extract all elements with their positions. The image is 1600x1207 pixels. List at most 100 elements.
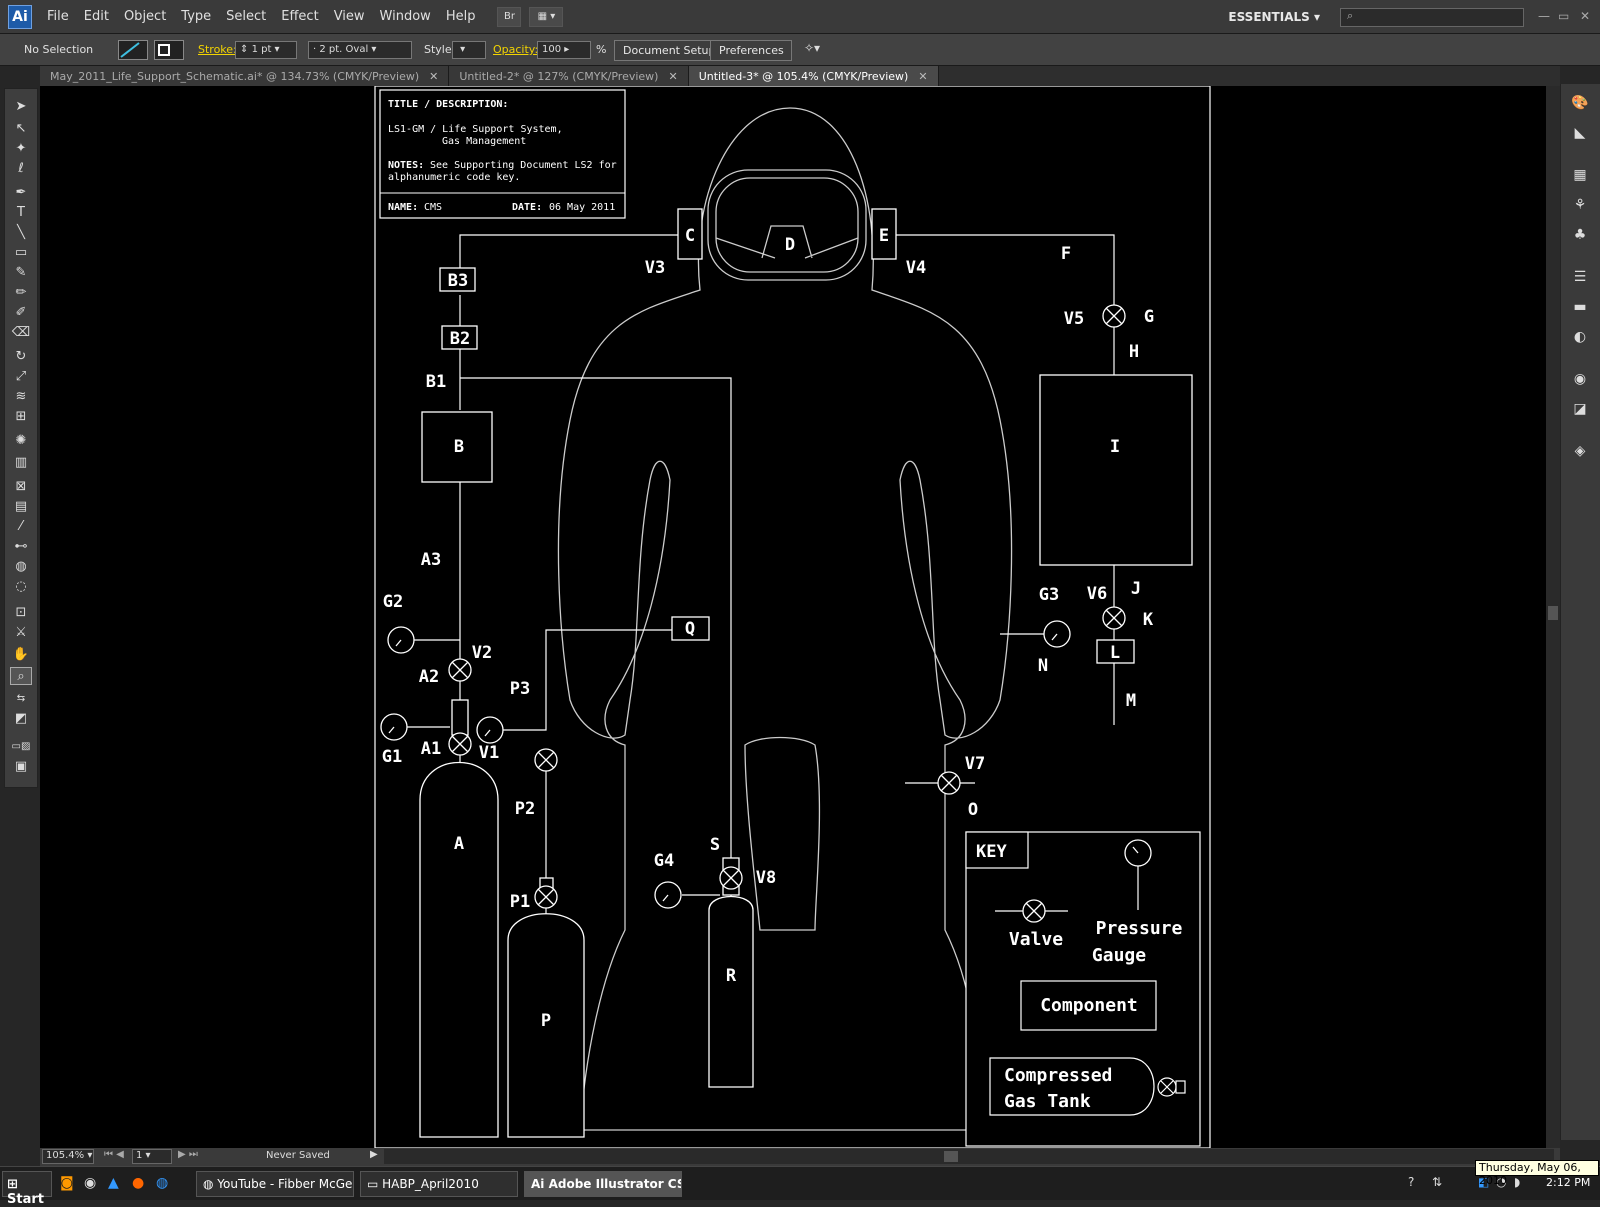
swap-colors-icon[interactable]: ⇆	[10, 689, 32, 707]
color-guide-icon[interactable]: ◣	[1570, 124, 1590, 142]
close-tab-icon[interactable]: ✕	[429, 70, 438, 83]
graph-tool-icon[interactable]: ▥	[10, 453, 32, 471]
task-youtube[interactable]: ◍ YouTube - Fibber McGee ...	[196, 1171, 354, 1197]
volume-tray-icon[interactable]: ◗	[1514, 1175, 1520, 1189]
menu-edit[interactable]: Edit	[84, 9, 109, 24]
selection-options-icon[interactable]: ✧▾	[804, 41, 828, 59]
blob-brush-tool-icon[interactable]: ✐	[10, 303, 32, 321]
menu-help[interactable]: Help	[446, 9, 476, 24]
start-button[interactable]: ⊞ Start	[2, 1171, 52, 1207]
screen-mode-icon[interactable]: ▣	[10, 757, 32, 775]
quicklaunch-icon-2[interactable]: ◉	[84, 1175, 96, 1191]
stroke-label[interactable]: Stroke:	[198, 43, 237, 56]
layers-icon[interactable]: ◈	[1570, 442, 1590, 460]
bridge-button[interactable]: Br	[497, 6, 522, 27]
fill-stroke-icon[interactable]: ◩	[10, 709, 32, 727]
tab-doc-2[interactable]: Untitled-2* @ 127% (CMYK/Preview) ✕	[449, 66, 689, 86]
menu-select[interactable]: Select	[226, 9, 266, 24]
zoom-tool-icon[interactable]: ⌕	[10, 667, 32, 685]
fill-swatch[interactable]	[118, 40, 148, 60]
brushes-icon[interactable]: ⚘	[1570, 196, 1590, 214]
zoom-field[interactable]: 105.4% ▾	[42, 1149, 94, 1164]
stroke-swatch[interactable]	[154, 40, 184, 60]
workspace-switcher[interactable]: ESSENTIALS ▾	[1228, 10, 1320, 24]
artboard-number-field[interactable]: 1 ▾	[132, 1149, 172, 1164]
help-tray-icon[interactable]: ?	[1408, 1175, 1414, 1189]
vertical-scrollbar[interactable]	[1546, 86, 1560, 1148]
menu-effect[interactable]: Effect	[281, 9, 318, 24]
quicklaunch-icon-1[interactable]: ◙	[60, 1175, 74, 1191]
color-mode-icon[interactable]: ▭▨	[10, 737, 32, 755]
line-tool-icon[interactable]: ╲	[10, 223, 32, 241]
eraser-tool-icon[interactable]: ⌫	[10, 323, 32, 341]
opacity-label[interactable]: Opacity:	[493, 43, 538, 56]
warp-tool-icon[interactable]: ≋	[10, 387, 32, 405]
first-artboard-icon[interactable]: ⏮ ◀	[104, 1149, 124, 1160]
last-artboard-icon[interactable]: ▶ ⏭	[178, 1149, 198, 1160]
quicklaunch-icon-3[interactable]: ▲	[108, 1175, 119, 1191]
lasso-tool-icon[interactable]: ℓ	[10, 159, 32, 177]
task-illustrator[interactable]: Ai Adobe Illustrator CS4...	[524, 1171, 682, 1197]
status-menu-icon[interactable]: ▶	[370, 1149, 378, 1160]
artboard-tool-icon[interactable]: ⊡	[10, 603, 32, 621]
symbol-sprayer-tool-icon[interactable]: ✺	[10, 431, 32, 449]
search-field[interactable]: ⌕	[1340, 8, 1524, 27]
pen-tool-icon[interactable]: ✒	[10, 183, 32, 201]
scale-tool-icon[interactable]: ⤢	[10, 367, 32, 385]
rotate-tool-icon[interactable]: ↻	[10, 347, 32, 365]
preferences-button[interactable]: Preferences	[710, 40, 792, 61]
free-transform-tool-icon[interactable]: ⊞	[10, 407, 32, 425]
label-E: E	[879, 226, 889, 246]
type-tool-icon[interactable]: T	[10, 203, 32, 221]
menu-type[interactable]: Type	[181, 9, 211, 24]
direct-selection-tool-icon[interactable]: ↖	[10, 119, 32, 137]
menu-view[interactable]: View	[334, 9, 365, 24]
magic-wand-tool-icon[interactable]: ✦	[10, 139, 32, 157]
arrange-documents-button[interactable]: ▦ ▾	[529, 6, 564, 27]
pencil-tool-icon[interactable]: ✏	[10, 283, 32, 301]
transparency-icon[interactable]: ◐	[1570, 328, 1590, 346]
paintbrush-tool-icon[interactable]: ✎	[10, 263, 32, 281]
menu-window[interactable]: Window	[380, 9, 431, 24]
stroke-weight-field[interactable]: ⇕ 1 pt ▾	[235, 41, 297, 59]
selection-tool-icon[interactable]: ➤	[10, 97, 32, 115]
appearance-icon[interactable]: ◉	[1570, 370, 1590, 388]
rectangle-tool-icon[interactable]: ▭	[10, 243, 32, 261]
close-tab-icon[interactable]: ✕	[668, 70, 677, 83]
document-setup-button[interactable]: Document Setup	[614, 40, 725, 61]
maximize-icon[interactable]: ▭	[1558, 9, 1569, 23]
brush-definition-dropdown[interactable]: · 2 pt. Oval ▾	[308, 41, 412, 59]
mesh-tool-icon[interactable]: ⊠	[10, 477, 32, 495]
quicklaunch-icon-4[interactable]: ●	[132, 1175, 144, 1191]
close-icon[interactable]: ✕	[1580, 9, 1590, 23]
style-dropdown[interactable]: ▾	[452, 41, 486, 59]
symbols-icon[interactable]: ♣	[1570, 226, 1590, 244]
color-panel-icon[interactable]: 🎨	[1570, 94, 1590, 112]
menu-object[interactable]: Object	[124, 9, 166, 24]
blend-tool-icon[interactable]: ⊷	[10, 537, 32, 555]
artboard-canvas[interactable]: TITLE / DESCRIPTION: LS1-GM / Life Suppo…	[40, 86, 1546, 1148]
menu-file[interactable]: File	[47, 9, 69, 24]
network-tray-icon[interactable]: ⇅	[1432, 1175, 1442, 1189]
gradient-panel-icon[interactable]: ▬	[1570, 298, 1590, 316]
task-habp-folder[interactable]: ▭ HABP_April2010	[360, 1171, 518, 1197]
close-tab-icon[interactable]: ✕	[918, 70, 927, 83]
swatches-icon[interactable]: ▦	[1570, 166, 1590, 184]
hand-tool-icon[interactable]: ✋	[10, 645, 32, 663]
quicklaunch-icon-5[interactable]: ◍	[156, 1175, 168, 1191]
live-paint-tool-icon[interactable]: ◍	[10, 557, 32, 575]
tab-doc-3[interactable]: Untitled-3* @ 105.4% (CMYK/Preview) ✕	[688, 66, 939, 86]
slice-tool-icon[interactable]: ⚔	[10, 623, 32, 641]
horizontal-scrollbar[interactable]	[384, 1149, 1554, 1164]
minimize-icon[interactable]: —	[1538, 9, 1550, 23]
eyedropper-tool-icon[interactable]: ⁄	[10, 517, 32, 535]
h-scroll-thumb[interactable]	[944, 1151, 958, 1162]
stroke-panel-icon[interactable]: ☰	[1570, 268, 1590, 286]
gradient-tool-icon[interactable]: ▤	[10, 497, 32, 515]
graphic-styles-icon[interactable]: ◪	[1570, 400, 1590, 418]
live-paint-selection-icon[interactable]: ◌	[10, 577, 32, 595]
scroll-thumb[interactable]	[1548, 606, 1558, 620]
tab-doc-1[interactable]: May_2011_Life_Support_Schematic.ai* @ 13…	[40, 66, 450, 86]
clock[interactable]: 2:12 PM	[1546, 1176, 1590, 1189]
opacity-field[interactable]: 100 ▸	[537, 41, 591, 59]
